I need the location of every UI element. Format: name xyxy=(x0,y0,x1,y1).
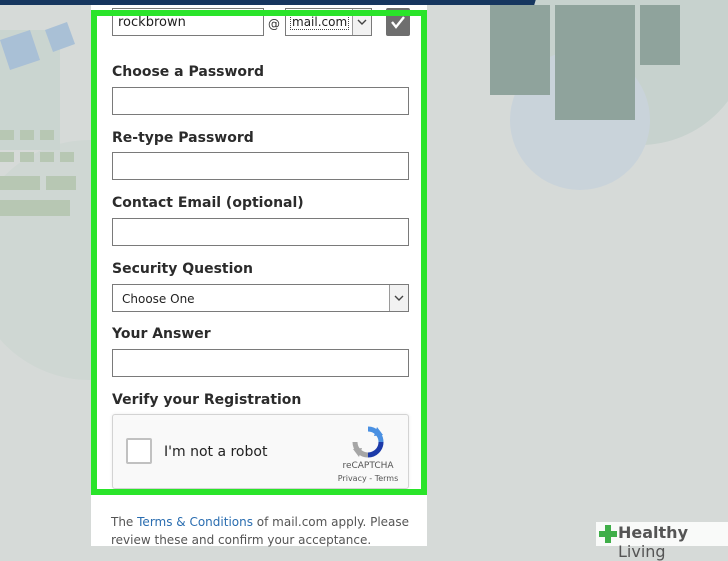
terms-prefix: The xyxy=(111,515,138,529)
terms-link[interactable]: Terms & Conditions xyxy=(137,515,253,529)
plus-leaf-icon xyxy=(599,525,617,543)
watermark-text: Healthy Living xyxy=(618,523,728,561)
highlight-frame xyxy=(91,10,427,495)
watermark-light: Living xyxy=(618,542,666,561)
watermark: Healthy Living xyxy=(596,522,728,561)
watermark-bold: Healthy xyxy=(618,523,688,542)
terms-notice: The Terms & Conditions of mail.com apply… xyxy=(111,513,411,549)
